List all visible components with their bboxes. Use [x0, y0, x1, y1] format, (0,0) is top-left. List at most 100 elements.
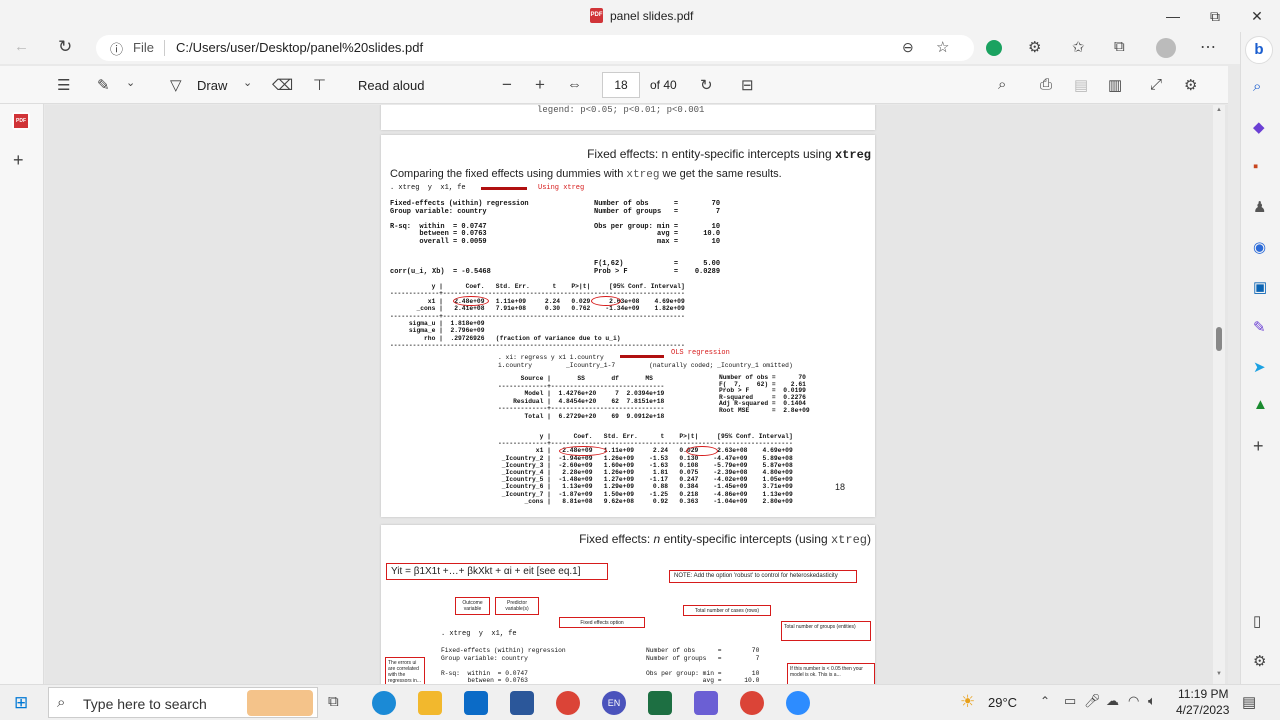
- zoom-out-icon[interactable]: −: [502, 75, 512, 95]
- windows-start-icon[interactable]: ⊞: [14, 693, 28, 713]
- print-icon[interactable]: ⎙: [1040, 76, 1052, 93]
- refresh-icon[interactable]: ↻: [58, 37, 72, 57]
- language-icon[interactable]: EN: [602, 691, 626, 715]
- pdf-tab-icon[interactable]: PDF: [12, 112, 30, 130]
- weather-temp[interactable]: 29°C: [988, 695, 1017, 710]
- url-divider: [164, 40, 165, 56]
- draw-button[interactable]: Draw: [197, 78, 227, 93]
- pvalue-highlight: [686, 446, 718, 456]
- chrome-icon[interactable]: [556, 691, 580, 715]
- total-groups-label: Total number of groups (entities): [781, 621, 871, 641]
- title-bar: PDF panel slides.pdf — ⧉ ✕: [0, 0, 1280, 32]
- wifi-icon[interactable]: ◠: [1128, 693, 1139, 709]
- tree-icon[interactable]: ▲: [1253, 396, 1268, 413]
- designer-icon[interactable]: ✎: [1253, 318, 1266, 336]
- draw-icon[interactable]: ▽: [170, 76, 182, 94]
- previous-page: legend: p<0.05; p<0.01; p<0.001: [381, 105, 875, 130]
- zoom-icon[interactable]: ⊖: [902, 39, 914, 56]
- settings-icon[interactable]: ⚙: [1253, 652, 1266, 670]
- zoom-in-icon[interactable]: +: [535, 75, 545, 95]
- info-icon[interactable]: ⓘ: [110, 39, 123, 58]
- xtreg-header-left: Fixed-effects (within) regression Group …: [390, 200, 529, 276]
- rotate-icon[interactable]: ↻: [700, 76, 713, 94]
- url-field[interactable]: ⓘ File C:/Users/user/Desktop/panel%20sli…: [96, 35, 974, 61]
- chevron-down-icon[interactable]: ⌄: [243, 76, 252, 89]
- clock-date[interactable]: 4/27/2023: [1176, 703, 1229, 717]
- erase-icon[interactable]: ⌫: [272, 76, 293, 94]
- volume-icon[interactable]: 🔈︎: [1148, 693, 1156, 709]
- task-view-icon[interactable]: ⧉: [328, 693, 339, 710]
- mail-icon[interactable]: [464, 691, 488, 715]
- search-icon[interactable]: ⌕: [998, 76, 1006, 93]
- contents-icon[interactable]: ☰: [57, 76, 70, 94]
- page-number-input[interactable]: 18: [602, 72, 640, 98]
- zoom-app-icon[interactable]: [786, 691, 810, 715]
- sidebar-toggle-icon[interactable]: ▯: [1253, 612, 1261, 630]
- equation-box: Yit = β1X1t +…+ βkXkt + αi + eit [see eq…: [386, 563, 608, 580]
- copilot-icon[interactable]: [986, 40, 1002, 56]
- slide-title-text: Fixed effects:: [579, 532, 654, 546]
- chrome-profile-icon[interactable]: [740, 691, 764, 715]
- slide-title-middle: entity-specific intercepts (using: [660, 532, 831, 546]
- extensions-icon[interactable]: ⚙: [1028, 38, 1041, 56]
- prob-note: If this number is < 0.05 then your model…: [787, 663, 875, 684]
- close-button[interactable]: ✕: [1242, 4, 1272, 28]
- save-as-icon[interactable]: ▥: [1108, 76, 1122, 94]
- tools-icon[interactable]: ▪: [1253, 158, 1258, 175]
- pvalue-highlight: [591, 296, 621, 306]
- anova-table: Source | SS df MS -------------+--------…: [498, 375, 665, 420]
- xtreg-output-left: Fixed-effects (within) regression Group …: [441, 647, 566, 684]
- edge-icon[interactable]: [372, 691, 396, 715]
- slide-title-end: ): [867, 532, 871, 546]
- weather-icon[interactable]: ☀: [960, 692, 975, 712]
- vertical-scrollbar[interactable]: ▲ ▼: [1213, 105, 1225, 684]
- chevron-down-icon[interactable]: ⌄: [126, 76, 135, 89]
- calculator-icon[interactable]: [694, 691, 718, 715]
- settings-icon[interactable]: ⚙: [1184, 76, 1197, 94]
- text-icon[interactable]: ⊤: [313, 76, 326, 94]
- highlight-icon[interactable]: ✎: [97, 76, 110, 94]
- word-icon[interactable]: [510, 691, 534, 715]
- slide-title-code: xtreg: [830, 533, 867, 547]
- taskbar-search[interactable]: ⌕ Type here to search: [48, 687, 318, 718]
- slide-19: Fixed effects: n entity-specific interce…: [381, 525, 875, 684]
- cloud-icon[interactable]: ☁: [1106, 693, 1119, 709]
- clock-time[interactable]: 11:19 PM: [1178, 687, 1228, 701]
- search-placeholder: Type here to search: [83, 696, 207, 712]
- search-icon[interactable]: ⌕: [1253, 78, 1261, 95]
- fullscreen-icon[interactable]: ⤢: [1150, 76, 1162, 93]
- favorite-add-icon[interactable]: ☆: [936, 38, 949, 56]
- scroll-up-icon[interactable]: ▲: [1216, 107, 1222, 113]
- bing-icon[interactable]: b: [1245, 36, 1273, 64]
- favorites-icon[interactable]: ✩: [1072, 38, 1085, 56]
- page-view-icon[interactable]: ⊟: [741, 76, 754, 94]
- minimize-button[interactable]: —: [1158, 4, 1188, 28]
- telegram-icon[interactable]: ➤: [1253, 358, 1266, 376]
- fit-width-icon[interactable]: ⇔: [567, 76, 582, 93]
- subtitle-text: Comparing the fixed effects using dummie…: [390, 168, 627, 180]
- add-icon[interactable]: +: [1253, 436, 1264, 457]
- microphone-icon[interactable]: 🎤︎: [1084, 693, 1101, 709]
- shopping-icon[interactable]: ◆: [1253, 118, 1265, 136]
- outlook-icon[interactable]: ▣: [1253, 278, 1267, 296]
- scrollbar-thumb[interactable]: [1216, 327, 1222, 351]
- back-icon[interactable]: ←: [14, 38, 29, 55]
- scroll-down-icon[interactable]: ▼: [1216, 671, 1222, 677]
- save-icon[interactable]: ▤: [1074, 76, 1088, 94]
- games-icon[interactable]: ♟: [1253, 198, 1266, 216]
- slide-18: Fixed effects: n entity-specific interce…: [381, 135, 875, 517]
- profile-avatar[interactable]: [1156, 38, 1176, 58]
- excel-icon[interactable]: [648, 691, 672, 715]
- pdf-toolbar: ☰ ✎ ⌄ ▽ Draw ⌄ ⌫ ⊤ Read aloud − + ⇔ 18 o…: [0, 66, 1228, 104]
- more-icon[interactable]: ⋯: [1200, 37, 1216, 57]
- read-aloud-button[interactable]: Read aloud: [358, 78, 425, 93]
- file-explorer-icon[interactable]: [418, 691, 442, 715]
- chevron-up-icon[interactable]: ⌃: [1040, 694, 1050, 708]
- notifications-icon[interactable]: ▤: [1242, 693, 1256, 711]
- new-tab-icon[interactable]: +: [13, 150, 24, 171]
- pdf-viewer[interactable]: legend: p<0.05; p<0.01; p<0.001 Fixed ef…: [45, 105, 1228, 684]
- collections-icon[interactable]: ⧉: [1114, 38, 1125, 55]
- microsoft365-icon[interactable]: ◉: [1253, 238, 1266, 256]
- network-icon[interactable]: ▭: [1064, 693, 1076, 709]
- restore-button[interactable]: ⧉: [1200, 4, 1230, 28]
